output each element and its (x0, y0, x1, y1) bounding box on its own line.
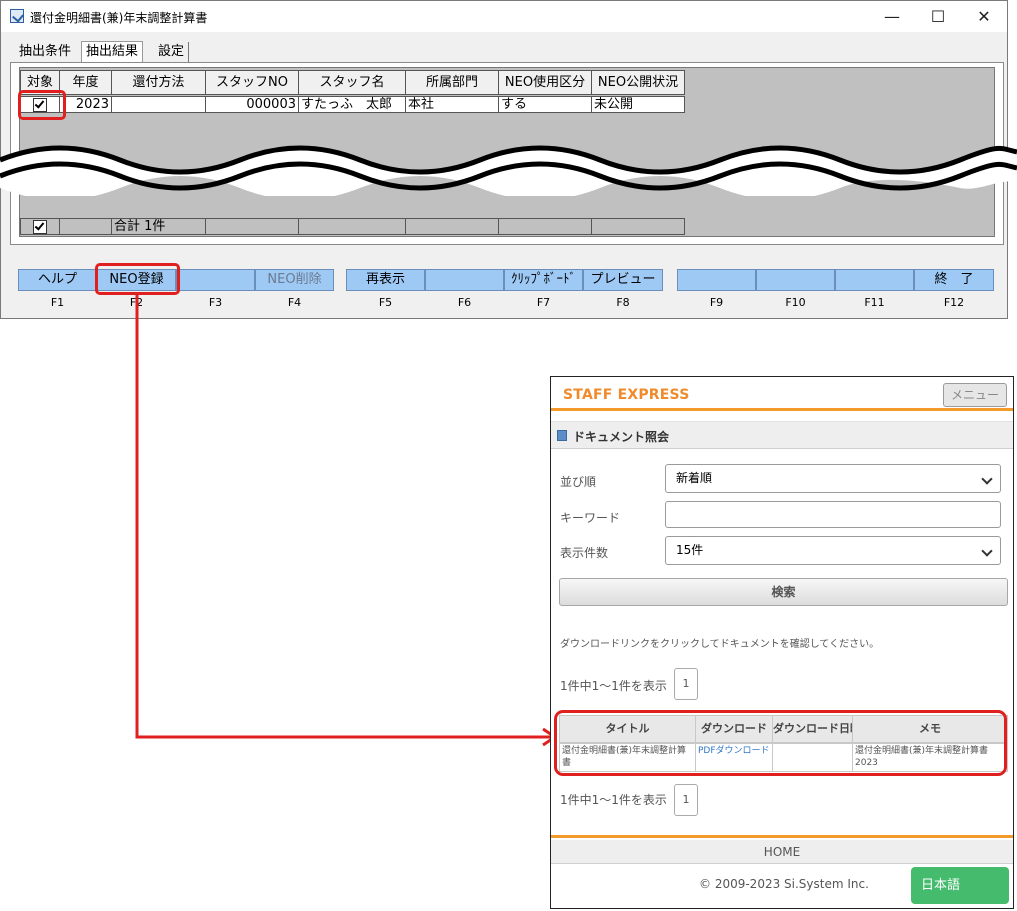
f11-key-label: F11 (864, 296, 885, 309)
total-cell-empty (591, 218, 685, 235)
f9-button[interactable] (677, 269, 756, 291)
column-header-neo-use[interactable]: NEO使用区分 (498, 70, 592, 95)
total-cell-empty (298, 218, 406, 235)
pagination-page-bottom[interactable]: 1 (674, 784, 698, 816)
cell-refund-method[interactable] (111, 96, 206, 113)
f5-key-label: F5 (378, 296, 393, 309)
menu-button[interactable]: メニュー (943, 383, 1007, 407)
f3-button[interactable] (176, 269, 255, 291)
f6-key-label: F6 (457, 296, 472, 309)
column-header-staff-no[interactable]: スタッフNO (205, 70, 299, 95)
neo-register-highlight (95, 263, 180, 295)
column-header-department[interactable]: 所属部門 (405, 70, 499, 95)
maximize-button[interactable]: ☐ (916, 3, 960, 31)
wavy-cut-line (0, 145, 1017, 196)
total-check-cell[interactable] (20, 218, 60, 235)
search-button[interactable]: 検索 (559, 578, 1008, 606)
f4-neo-delete-button[interactable]: NEO削除 (255, 269, 334, 291)
f9-key-label: F9 (709, 296, 724, 309)
cell-staff-no[interactable]: 000003 (205, 96, 299, 113)
mobile-header: STAFF EXPRESS メニュー (551, 377, 1013, 411)
chevron-down-icon (981, 545, 993, 557)
total-cell-empty (405, 218, 499, 235)
column-header-refund-method[interactable]: 還付方法 (111, 70, 206, 95)
result-count-top: 1件中1～1件を表示 (560, 679, 667, 693)
total-cell-empty (205, 218, 299, 235)
chevron-down-icon (981, 473, 993, 485)
close-button[interactable]: ✕ (962, 3, 1006, 31)
column-header-staff-name[interactable]: スタッフ名 (298, 70, 406, 95)
total-cell-empty (59, 218, 112, 235)
f12-exit-button[interactable]: 終 了 (914, 269, 994, 291)
f8-key-label: F8 (616, 296, 630, 309)
f6-button[interactable] (425, 269, 504, 291)
download-hint: ダウンロードリンクをクリックしてドキュメントを確認してください。 (560, 639, 880, 650)
display-count-value: 15件 (676, 543, 704, 557)
mobile-page: STAFF EXPRESS メニュー ドキュメント照会 並び順 新着順 キーワー… (550, 376, 1014, 909)
f10-button[interactable] (756, 269, 835, 291)
app-icon (10, 9, 24, 23)
f1-help-button[interactable]: ヘルプ (18, 269, 97, 291)
f7-clipboard-button[interactable]: ｸﾘｯﾌﾟﾎﾞｰﾄﾞ (504, 269, 583, 291)
select-all-checkbox[interactable] (33, 220, 47, 234)
sort-label: 並び順 (560, 475, 597, 489)
brand-logo[interactable]: STAFF EXPRESS (563, 387, 689, 403)
cell-neo-use[interactable]: する (498, 96, 592, 113)
keyword-input[interactable] (665, 501, 1001, 528)
display-count-select[interactable]: 15件 (665, 536, 1001, 565)
minimize-button[interactable]: — (870, 3, 914, 31)
cell-neo-status[interactable]: 未公開 (591, 96, 685, 113)
tab-extract-conditions[interactable]: 抽出条件 (15, 42, 75, 62)
f5-refresh-button[interactable]: 再表示 (346, 269, 425, 291)
column-header-neo-status[interactable]: NEO公開状況 (591, 70, 685, 95)
f12-key-label: F12 (943, 296, 965, 309)
sort-select-value: 新着順 (676, 471, 713, 485)
f10-key-label: F10 (785, 296, 806, 309)
tab-extract-results[interactable]: 抽出結果 (81, 41, 144, 62)
f2-key-label: F2 (129, 296, 144, 309)
f3-key-label: F3 (208, 296, 223, 309)
cell-department[interactable]: 本社 (405, 96, 499, 113)
document-icon (557, 430, 567, 441)
f7-key-label: F7 (536, 296, 551, 309)
keyword-label: キーワード (560, 511, 621, 525)
title-bar: 還付金明細書(兼)年末調整計算書 — ☐ ✕ (1, 1, 1007, 32)
table-highlight (554, 710, 1007, 776)
f1-key-label: F1 (50, 296, 65, 309)
checkbox-highlight (18, 90, 66, 120)
section-title: ドキュメント照会 (573, 430, 670, 444)
total-cell-empty (498, 218, 592, 235)
footer-divider (551, 835, 1013, 838)
display-count-label: 表示件数 (560, 546, 609, 560)
pagination-page-top[interactable]: 1 (674, 668, 698, 700)
cell-year[interactable]: 2023 (59, 96, 112, 113)
f8-preview-button[interactable]: プレビュー (583, 269, 663, 291)
f4-key-label: F4 (287, 296, 302, 309)
copyright: © 2009-2023 Si.System Inc. (699, 877, 869, 891)
f11-button[interactable] (835, 269, 914, 291)
language-button[interactable]: 日本語 (911, 867, 1009, 904)
total-count-label: 合計 1件 (111, 218, 206, 235)
tab-settings[interactable]: 設定 (154, 42, 190, 62)
column-header-year[interactable]: 年度 (59, 70, 112, 95)
home-link[interactable]: HOME (551, 840, 1013, 864)
section-header: ドキュメント照会 (551, 421, 1013, 449)
cell-staff-name[interactable]: すたっふ 太郎 (298, 96, 406, 113)
window-title: 還付金明細書(兼)年末調整計算書 (30, 11, 208, 25)
sort-select[interactable]: 新着順 (665, 464, 1001, 493)
result-count-bottom: 1件中1～1件を表示 (560, 793, 667, 807)
